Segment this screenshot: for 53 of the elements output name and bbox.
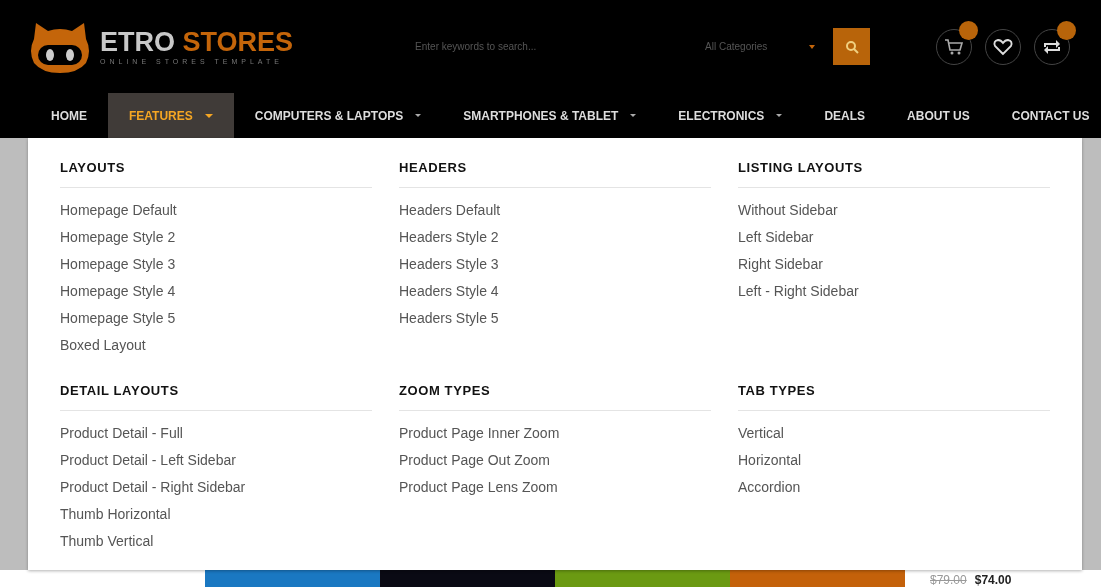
nav-tab[interactable]: COMPUTERS & LAPTOPS bbox=[233, 93, 443, 138]
menu-link[interactable]: Homepage Default bbox=[60, 197, 372, 224]
nav-tab[interactable]: ELECTRONICS bbox=[657, 93, 804, 138]
old-price: $79.00 bbox=[930, 573, 967, 587]
menu-link[interactable]: Without Sidebar bbox=[738, 197, 1050, 224]
menu-heading: DETAIL LAYOUTS bbox=[60, 381, 372, 411]
menu-link[interactable]: Headers Style 2 bbox=[399, 224, 711, 251]
menu-link[interactable]: Left Sidebar bbox=[738, 224, 1050, 251]
menu-link[interactable]: Horizontal bbox=[738, 447, 1050, 474]
search-icon bbox=[844, 39, 859, 54]
menu-link[interactable]: Product Page Lens Zoom bbox=[399, 474, 711, 501]
menu-link[interactable]: Product Detail - Right Sidebar bbox=[60, 474, 372, 501]
menu-heading: ZOOM TYPES bbox=[399, 381, 711, 411]
menu-link[interactable]: Product Page Inner Zoom bbox=[399, 420, 711, 447]
nav-tab[interactable]: HOME bbox=[30, 93, 108, 138]
menu-link[interactable]: Left - Right Sidebar bbox=[738, 278, 1050, 305]
menu-link[interactable]: Boxed Layout bbox=[60, 332, 372, 359]
brand-name: ETRO STORES bbox=[100, 28, 294, 56]
menu-heading: HEADERS bbox=[399, 158, 711, 188]
menu-link[interactable]: Headers Default bbox=[399, 197, 711, 224]
menu-link[interactable]: Product Detail - Full bbox=[60, 420, 372, 447]
nav-tab[interactable]: SMARTPHONES & TABLET bbox=[442, 93, 658, 138]
menu-heading: TAB TYPES bbox=[738, 381, 1050, 411]
menu-link[interactable]: Thumb Vertical bbox=[60, 528, 372, 555]
menu-link[interactable]: Accordion bbox=[738, 474, 1050, 501]
menu-link[interactable]: Headers Style 5 bbox=[399, 305, 711, 332]
notification-badge bbox=[959, 20, 979, 40]
menu-link[interactable]: Right Sidebar bbox=[738, 251, 1050, 278]
cat-logo-icon bbox=[28, 20, 92, 73]
heart-icon bbox=[993, 37, 1014, 56]
menu-link[interactable]: Homepage Style 2 bbox=[60, 224, 372, 251]
menu-link[interactable]: Product Page Out Zoom bbox=[399, 447, 711, 474]
compare-button[interactable] bbox=[1034, 28, 1071, 65]
menu-heading: LAYOUTS bbox=[60, 158, 372, 188]
wishlist-button[interactable] bbox=[985, 28, 1022, 65]
menu-link[interactable]: Thumb Horizontal bbox=[60, 501, 372, 528]
menu-link[interactable]: Headers Style 3 bbox=[399, 251, 711, 278]
menu-heading: LISTING LAYOUTS bbox=[738, 158, 1050, 188]
menu-link[interactable]: Homepage Style 4 bbox=[60, 278, 372, 305]
menu-link[interactable]: Product Detail - Left Sidebar bbox=[60, 447, 372, 474]
price: $74.00 bbox=[974, 573, 1012, 587]
menu-link[interactable]: Vertical bbox=[738, 420, 1050, 447]
nav-tab[interactable]: CONTACT US bbox=[990, 93, 1101, 138]
search-button[interactable] bbox=[833, 28, 871, 65]
menu-link[interactable]: Homepage Style 3 bbox=[60, 251, 372, 278]
nav-tab[interactable]: DEALS bbox=[803, 93, 887, 138]
nav-tab[interactable]: ABOUT US bbox=[886, 93, 991, 138]
cart-icon bbox=[944, 37, 965, 56]
menu-link[interactable]: Headers Style 4 bbox=[399, 278, 711, 305]
cart-button[interactable] bbox=[936, 28, 973, 65]
notification-badge bbox=[1057, 20, 1077, 40]
nav-tab[interactable]: FEATURES bbox=[108, 93, 234, 138]
menu-link[interactable]: Homepage Style 5 bbox=[60, 305, 372, 332]
